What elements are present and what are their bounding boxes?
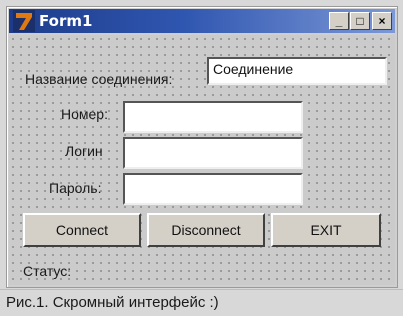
connect-button[interactable]: Connect xyxy=(23,213,141,247)
figure-caption: Рис.1. Скромный интерфейс :) xyxy=(0,289,403,316)
window-title: Form1 xyxy=(39,12,93,30)
connection-name-field[interactable]: Соединение xyxy=(207,57,387,85)
maximize-button[interactable]: □ xyxy=(350,12,370,30)
maximize-icon: □ xyxy=(356,14,364,28)
number-field[interactable] xyxy=(123,101,303,133)
delphi-logo-icon xyxy=(13,10,35,32)
number-label: Номер: xyxy=(61,106,108,122)
password-field[interactable] xyxy=(123,173,303,205)
minimize-button[interactable]: _ xyxy=(329,12,349,30)
login-label: Логин xyxy=(65,143,103,159)
close-button[interactable]: × xyxy=(372,12,392,30)
minimize-icon: _ xyxy=(335,14,343,28)
exit-button[interactable]: EXIT xyxy=(271,213,381,247)
login-field[interactable] xyxy=(123,137,303,169)
disconnect-button[interactable]: Disconnect xyxy=(147,213,265,247)
form-client-area: Название соединения: Соединение Номер: Л… xyxy=(9,35,395,285)
password-label: Пароль: xyxy=(49,180,102,196)
app-window: Form1 _ □ × Название соединения: Соедине… xyxy=(6,6,398,288)
status-label: Статус: xyxy=(23,263,72,279)
connection-name-label: Название соединения: xyxy=(25,71,173,87)
title-bar[interactable]: Form1 _ □ × xyxy=(9,9,395,33)
close-icon: × xyxy=(378,14,386,28)
